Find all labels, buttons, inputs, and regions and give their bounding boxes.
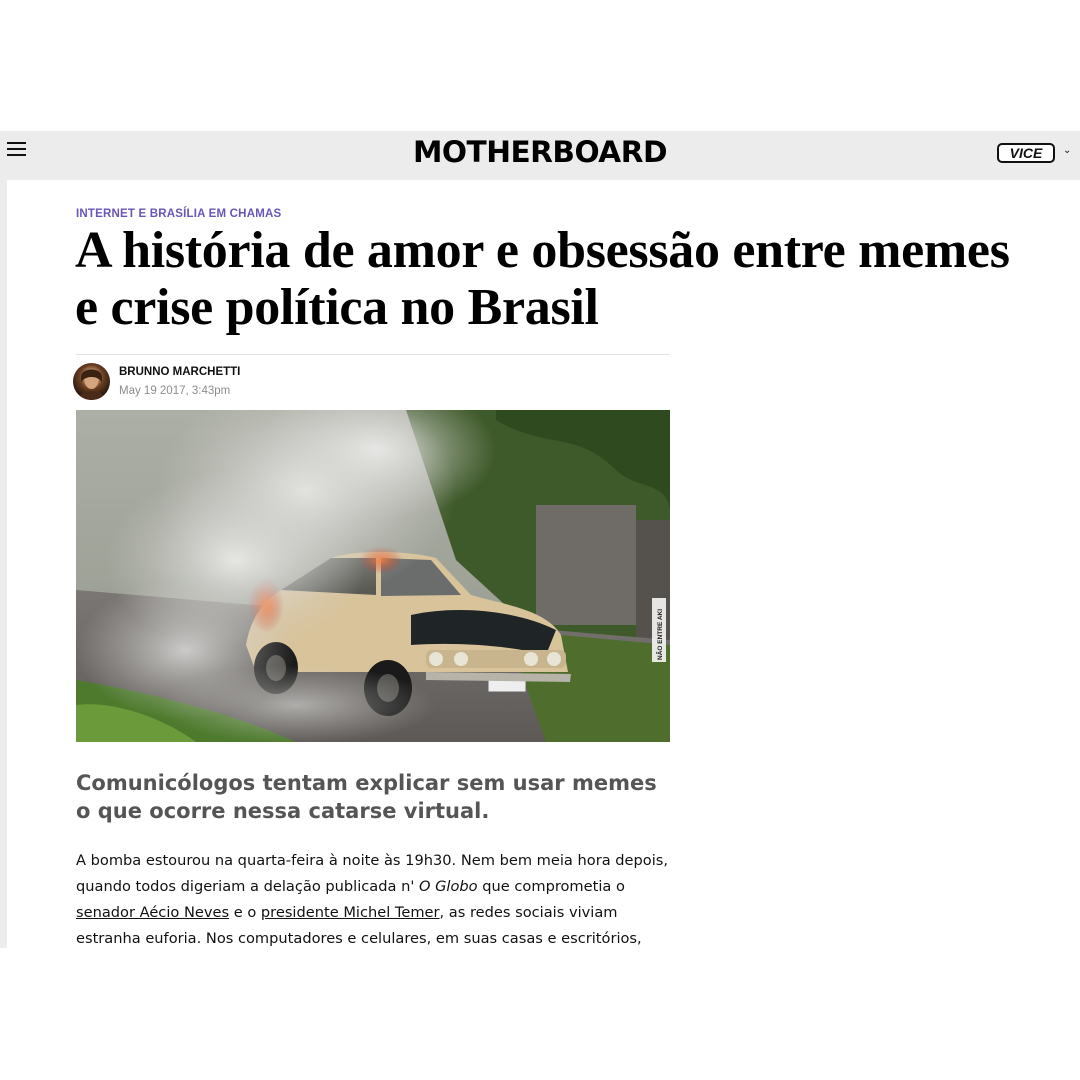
body-text: e o (229, 904, 261, 921)
body-text: que comprometia o (477, 878, 625, 895)
site-header: MOTHERBOARD VICE ⌄ (0, 131, 1080, 180)
byline-divider (76, 354, 670, 355)
article-kicker[interactable]: INTERNET E BRASÍLIA EM CHAMAS (76, 208, 281, 220)
vice-logo-text: VICE (1010, 145, 1043, 161)
browser-viewport: MOTHERBOARD VICE ⌄ INTERNET E BRASÍLIA E… (0, 131, 1080, 948)
author-name[interactable]: BRUNNO MARCHETTI (119, 366, 240, 378)
link-senador-aecio-neves[interactable]: senador Aécio Neves (76, 904, 229, 921)
article-headline: A história de amor e obsessão entre meme… (75, 222, 1010, 336)
author-avatar-face (78, 369, 105, 400)
author-avatar[interactable] (73, 363, 110, 400)
publish-date: May 19 2017, 3:43pm (119, 385, 231, 397)
hero-watermark-text: NÃO ENTRE AKI (655, 609, 664, 660)
article-body-paragraph: A bomba estourou na quarta-feira à noite… (76, 848, 676, 948)
body-publication-name: O Globo (419, 878, 478, 895)
hero-image-burning-car: NÃO ENTRE AKI (76, 410, 670, 742)
article-container: INTERNET E BRASÍLIA EM CHAMAS A história… (7, 180, 1080, 948)
chevron-down-icon[interactable]: ⌄ (1063, 145, 1071, 156)
article-dek: Comunicólogos tentam explicar sem usar m… (76, 771, 657, 823)
motherboard-logo[interactable]: MOTHERBOARD (0, 135, 1080, 169)
hero-image-graphic: NÃO ENTRE AKI (76, 410, 670, 742)
link-presidente-michel-temer[interactable]: presidente Michel Temer (261, 904, 440, 921)
hero-watermark: NÃO ENTRE AKI (652, 598, 666, 662)
vice-logo[interactable]: VICE (997, 142, 1055, 164)
